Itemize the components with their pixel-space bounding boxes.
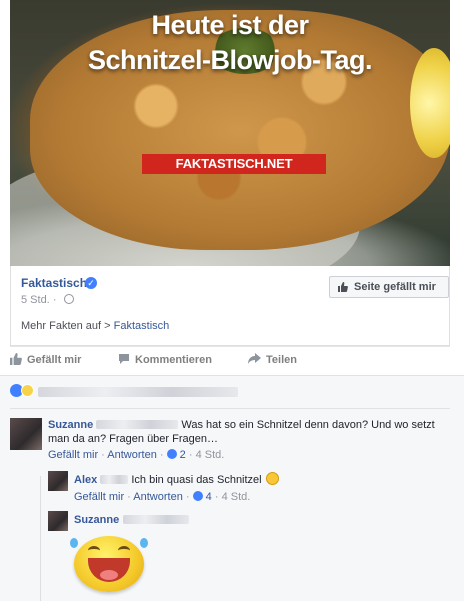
- like-page-button[interactable]: Seite gefällt mir: [329, 276, 449, 298]
- more-facts-prefix: Mehr Fakten auf >: [21, 320, 114, 332]
- mouth: [88, 558, 130, 582]
- share-action-label: Teilen: [266, 354, 297, 366]
- image-title-line-1: Heute ist der: [151, 10, 309, 40]
- reply-time[interactable]: 4 Std.: [222, 491, 251, 503]
- post-meta: 5 Std. ·: [21, 294, 74, 306]
- comment-author[interactable]: Suzanne: [48, 419, 93, 431]
- comment-icon: [119, 354, 129, 364]
- comment-time[interactable]: 4 Std.: [196, 449, 225, 461]
- reply-author[interactable]: Suzanne: [74, 514, 119, 526]
- thumbs-up-icon: [338, 282, 348, 292]
- thumbs-up-icon: [10, 353, 22, 365]
- eye: [118, 546, 130, 555]
- action-bar: Gefällt mir Kommentieren Teilen: [10, 346, 450, 375]
- comment-meta: Gefällt mir · Antworten · 2 · 4 Std.: [48, 449, 225, 461]
- comment-action-label: Kommentieren: [135, 354, 213, 366]
- author-surname-redacted: [96, 420, 179, 429]
- share-icon: [248, 353, 261, 364]
- facebook-post: Heute ist der Schnitzel-Blowjob-Tag. FAK…: [0, 0, 464, 601]
- laughing-emoji: [70, 536, 148, 592]
- tear-drop: [70, 538, 78, 548]
- reply-thread-line: [40, 476, 41, 601]
- comment-text-line-1: Was hat so ein Schnitzel denn davon? Und…: [181, 419, 435, 431]
- post-image[interactable]: Heute ist der Schnitzel-Blowjob-Tag. FAK…: [10, 0, 450, 266]
- eye: [88, 546, 100, 555]
- tongue: [100, 570, 118, 580]
- share-action-button[interactable]: Teilen: [248, 353, 297, 366]
- reply-like-count[interactable]: 4: [206, 491, 212, 503]
- reply-text: Ich bin quasi das Schnitzel: [131, 474, 262, 486]
- reactions-summary[interactable]: [10, 382, 450, 400]
- author-surname-redacted: [122, 515, 189, 524]
- divider: [10, 408, 450, 409]
- tear-drop: [140, 538, 148, 548]
- page-attribution: Faktastisch ✓ 5 Std. · Seite gefällt mir…: [10, 266, 450, 346]
- reply-like-link[interactable]: Gefällt mir: [74, 491, 124, 503]
- comment-body: Suzanne Was hat so ein Schnitzel denn da…: [48, 418, 453, 446]
- verified-icon: ✓: [85, 277, 97, 289]
- image-brand-banner: FAKTASTISCH.NET: [142, 154, 326, 174]
- more-facts: Mehr Fakten auf > Faktastisch: [21, 320, 169, 332]
- comment: Suzanne Was hat so ein Schnitzel denn da…: [48, 418, 453, 461]
- reply-reply-link[interactable]: Antworten: [133, 491, 183, 503]
- author-surname-redacted: [100, 475, 129, 484]
- globe-icon: [63, 294, 74, 304]
- avatar[interactable]: [48, 471, 68, 491]
- like-action-button[interactable]: Gefällt mir: [10, 353, 81, 366]
- page-name-link[interactable]: Faktastisch: [21, 276, 87, 290]
- like-page-label: Seite gefällt mir: [354, 281, 436, 293]
- reply-author[interactable]: Alex: [74, 474, 97, 486]
- reply: Alex Ich bin quasi das Schnitzel Gefällt…: [74, 472, 454, 503]
- comment-action-button[interactable]: Kommentieren: [118, 353, 212, 366]
- comment-like-link[interactable]: Gefällt mir: [48, 449, 98, 461]
- haha-reaction-icon: [21, 384, 34, 397]
- comment-text-line-2: man da an? Fragen über Fragen…: [48, 433, 218, 445]
- meta-separator: ·: [52, 294, 57, 306]
- more-facts-link[interactable]: Faktastisch: [114, 320, 170, 332]
- like-count-icon: [166, 449, 177, 459]
- comments-section: Suzanne Was hat so ein Schnitzel denn da…: [0, 375, 464, 601]
- comment-reply-link[interactable]: Antworten: [107, 449, 157, 461]
- reply: Suzanne: [74, 512, 189, 526]
- like-count-icon: [192, 491, 203, 501]
- reply-meta: Gefällt mir · Antworten · 4 · 4 Std.: [74, 491, 251, 503]
- avatar[interactable]: [10, 418, 42, 450]
- reactions-names-redacted: [38, 387, 238, 397]
- image-title: Heute ist der Schnitzel-Blowjob-Tag.: [10, 8, 450, 78]
- image-title-line-2: Schnitzel-Blowjob-Tag.: [88, 45, 372, 75]
- comment-like-count[interactable]: 2: [180, 449, 186, 461]
- thinking-emoji-icon: [265, 472, 279, 485]
- reply-body: Alex Ich bin quasi das Schnitzel: [74, 472, 454, 487]
- avatar[interactable]: [48, 511, 68, 531]
- post-time[interactable]: 5 Std.: [21, 294, 50, 306]
- like-action-label: Gefällt mir: [27, 354, 82, 366]
